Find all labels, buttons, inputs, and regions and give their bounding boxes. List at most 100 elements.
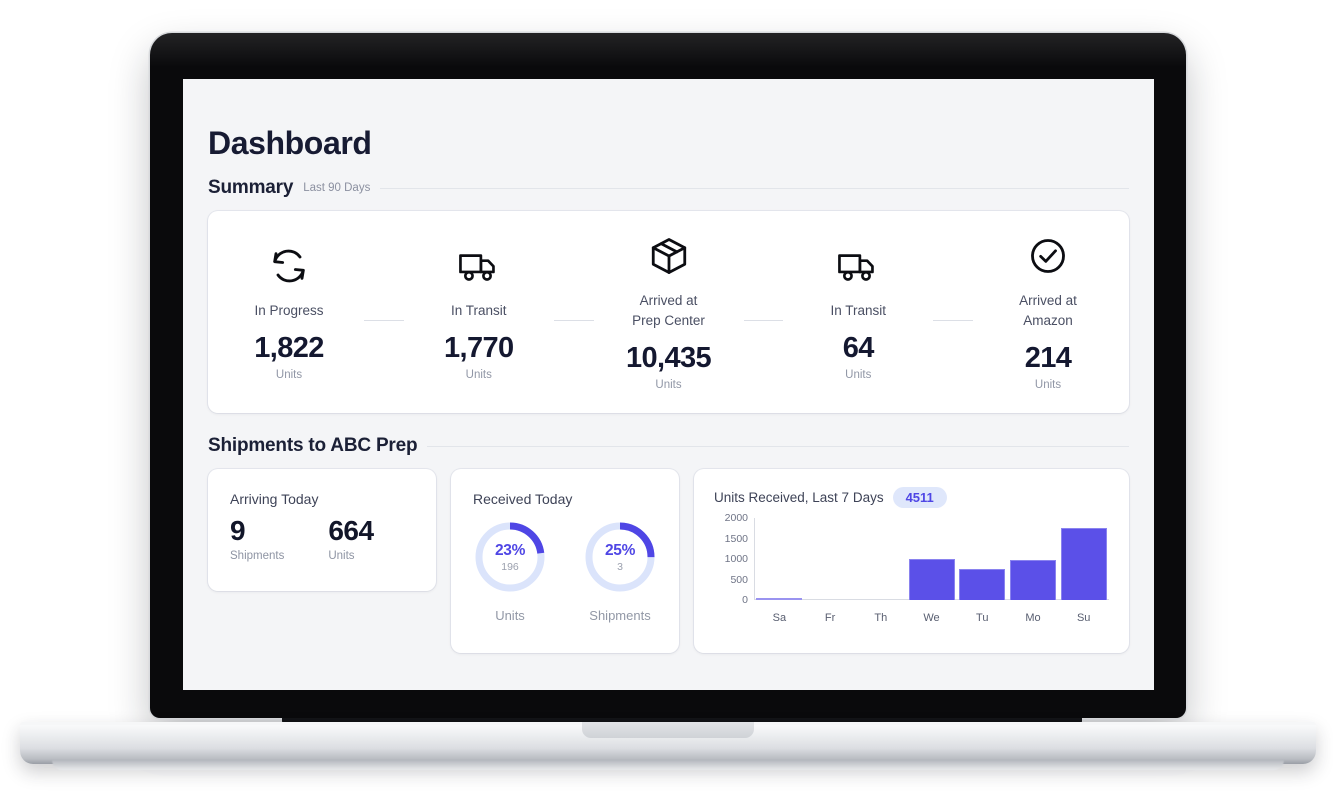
summary-item-in-progress[interactable]: In Progress 1,822 Units — [214, 243, 364, 382]
chart-bar[interactable] — [756, 598, 803, 600]
arriving-units-caption: Units — [328, 550, 355, 562]
summary-connector — [743, 319, 784, 321]
chart-plot-body: Sa Fr Th We Tu Mo Su — [754, 518, 1109, 630]
summary-card: In Progress 1,822 Units In Transit 1,770… — [208, 211, 1129, 413]
chart-x-label: Tu — [976, 612, 989, 624]
chart-bar-column[interactable] — [855, 518, 906, 600]
arriving-shipments-group: 9 Shipments — [230, 515, 284, 562]
units-received-chart-card[interactable]: Units Received, Last 7 Days 4511 2000 150… — [694, 469, 1129, 653]
donut-shipments-ring: 25% 3 — [582, 519, 658, 595]
chart-title: Units Received, Last 7 Days — [714, 490, 884, 505]
summary-connector — [553, 319, 594, 321]
chart-bar[interactable] — [908, 559, 955, 600]
arriving-shipments-caption: Shipments — [230, 550, 285, 562]
donut-units-subvalue: 196 — [501, 560, 519, 573]
summary-item-label: In Transit — [830, 302, 887, 318]
chart-bar[interactable] — [1060, 528, 1107, 600]
donut-shipments-percent: 25% — [604, 541, 636, 559]
summary-item-value: 214 — [1024, 342, 1072, 375]
received-today-donuts: 23% 196 Units 25% 3 Shipments — [451, 519, 679, 623]
truck-icon — [836, 243, 880, 289]
check-circle-icon — [1028, 233, 1068, 279]
summary-section-header: Summary Last 90 Days — [183, 177, 1154, 199]
chart-x-label: Sa — [772, 612, 787, 624]
chart-bar-column[interactable] — [805, 518, 856, 600]
donut-units-caption: Units — [495, 608, 525, 623]
chart-x-label: Fr — [824, 612, 836, 624]
summary-item-label-line1: Arrived at — [1019, 292, 1077, 308]
chart-plot: 2000 1500 1000 500 0 Sa Fr Th We Tu Mo Su — [714, 512, 1109, 630]
summary-item-units: Units — [655, 379, 682, 392]
summary-item-arrived-amazon[interactable]: Arrived at Amazon 214 Units — [973, 233, 1123, 391]
shipments-row: Arriving Today 9 Shipments 664 Units Rec… — [208, 469, 1129, 653]
box-icon — [648, 233, 690, 279]
donut-units-center: 23% 196 — [472, 519, 548, 595]
chart-y-axis: 2000 1500 1000 500 0 — [714, 512, 754, 606]
summary-item-value: 1,770 — [443, 332, 514, 365]
arriving-today-card[interactable]: Arriving Today 9 Shipments 664 Units — [208, 469, 436, 591]
donut-shipments-subvalue: 3 — [617, 560, 623, 573]
chart-x-label: Mo — [1025, 612, 1041, 624]
received-today-card[interactable]: Received Today 23% 196 Units 25% 3 Shipm… — [451, 469, 679, 653]
donut-shipments-center: 25% 3 — [582, 519, 658, 595]
summary-item-in-transit-2[interactable]: In Transit 64 Units — [783, 243, 933, 382]
chart-x-label: Su — [1076, 612, 1091, 624]
summary-item-label: Arrived at Amazon — [1019, 291, 1077, 330]
summary-item-arrived-prep-center[interactable]: Arrived at Prep Center 10,435 Units — [594, 233, 744, 391]
summary-date-range: Last 90 Days — [303, 182, 371, 194]
arriving-today-values: 9 Shipments 664 Units — [230, 515, 414, 562]
summary-connector — [364, 319, 404, 321]
chart-bars — [754, 518, 1109, 600]
shipments-rule — [427, 445, 1129, 447]
chart-bar[interactable] — [1009, 559, 1056, 600]
summary-item-in-transit-1[interactable]: In Transit 1,770 Units — [404, 243, 554, 382]
chart-bar-column[interactable] — [906, 518, 957, 600]
summary-item-units: Units — [275, 369, 303, 382]
donut-shipments[interactable]: 25% 3 Shipments — [574, 519, 666, 623]
chart-y-tick: 1000 — [724, 553, 748, 565]
arriving-today-title: Arriving Today — [230, 491, 319, 507]
summary-item-value: 1,822 — [254, 332, 324, 365]
refresh-icon — [269, 243, 309, 289]
dashboard-page: Dashboard Summary Last 90 Days In Progre… — [183, 79, 1154, 653]
laptop-base-notch — [582, 722, 754, 738]
page-title: Dashboard — [208, 125, 372, 161]
chart-y-tick: 500 — [730, 573, 748, 586]
chart-x-label: Th — [874, 612, 888, 624]
laptop-screen: Dashboard Summary Last 90 Days In Progre… — [183, 79, 1154, 690]
summary-item-label: In Transit — [450, 302, 507, 318]
chart-x-labels: Sa Fr Th We Tu Mo Su — [754, 612, 1109, 624]
donut-units[interactable]: 23% 196 Units — [464, 519, 556, 623]
summary-item-label: In Progress — [254, 302, 324, 318]
shipments-heading: Shipments to ABC Prep — [208, 435, 418, 456]
donut-units-ring: 23% 196 — [472, 519, 548, 595]
summary-heading: Summary — [208, 177, 294, 198]
chart-bar-column[interactable] — [1058, 518, 1109, 600]
chart-bar-column[interactable] — [754, 518, 805, 600]
chart-y-tick: 2000 — [724, 512, 748, 524]
chart-x-label: We — [923, 612, 940, 624]
chart-header: Units Received, Last 7 Days 4511 — [714, 487, 1109, 508]
laptop-base-foot — [52, 760, 1284, 770]
chart-bar-column[interactable] — [957, 518, 1008, 600]
donut-units-percent: 23% — [494, 541, 526, 559]
chart-bar-column[interactable] — [1008, 518, 1059, 600]
summary-item-value: 64 — [842, 332, 875, 365]
shipments-section-header: Shipments to ABC Prep — [183, 435, 1154, 457]
chart-y-tick: 0 — [742, 594, 748, 606]
donut-shipments-caption: Shipments — [589, 608, 651, 623]
summary-item-units: Units — [1034, 379, 1062, 392]
screenshot-root: Dashboard Summary Last 90 Days In Progre… — [0, 0, 1333, 797]
truck-icon — [457, 243, 501, 289]
chart-bar[interactable] — [959, 569, 1006, 600]
arriving-shipments-value: 9 — [230, 515, 246, 546]
summary-item-value: 10,435 — [625, 342, 712, 375]
arriving-units-group: 664 Units — [328, 515, 374, 562]
chart-y-tick: 1500 — [724, 532, 748, 545]
summary-item-units: Units — [845, 369, 872, 382]
summary-item-label-line1: Arrived at — [639, 292, 698, 308]
summary-rule — [380, 187, 1129, 189]
summary-item-units: Units — [465, 369, 492, 382]
summary-item-label-line2: Amazon — [1023, 312, 1073, 328]
received-today-title: Received Today — [473, 491, 573, 507]
